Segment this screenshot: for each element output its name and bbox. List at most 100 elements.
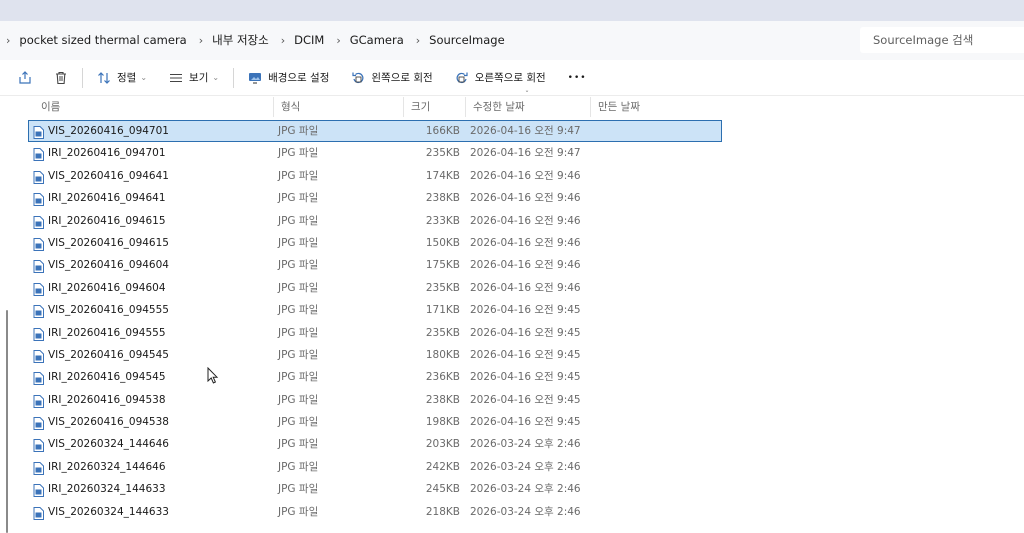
image-file-icon (33, 483, 45, 498)
image-file-icon (33, 416, 45, 431)
file-name: IRI_20260416_094555 (48, 326, 166, 339)
search-input[interactable]: SourceImage 검색 (860, 27, 1024, 53)
view-button[interactable]: 보기 ⌄ (163, 64, 225, 92)
view-icon (169, 71, 183, 85)
file-modified-date: 2026-03-24 오후 2:46 (470, 505, 581, 518)
column-header-created[interactable]: 만든 날짜 (590, 97, 722, 117)
breadcrumb-item-device[interactable]: pocket sized thermal camera (19, 33, 186, 47)
file-modified-date: 2026-03-24 오후 2:46 (470, 438, 581, 451)
file-type: JPG 파일 (278, 259, 319, 272)
image-file-icon (33, 349, 45, 363)
file-row[interactable]: VIS_20260416_094545 JPG 파일 180KB 2026-04-16… (28, 344, 722, 366)
delete-icon (54, 71, 68, 85)
file-modified-date: 2026-04-16 오전 9:45 (470, 416, 581, 429)
file-name: VIS_20260416_094538 (48, 416, 169, 429)
file-row[interactable]: IRI_20260416_094545 JPG 파일 236KB 2026-04-16… (28, 366, 722, 388)
share-button[interactable] (12, 64, 38, 92)
file-row[interactable]: VIS_20260416_094615 JPG 파일 150KB 2026-04-16… (28, 232, 722, 254)
file-type: JPG 파일 (278, 371, 319, 384)
file-row[interactable]: VIS_20260416_094538 JPG 파일 198KB 2026-04-16… (28, 411, 722, 433)
column-header-size[interactable]: 크기 (403, 97, 465, 117)
file-row[interactable]: VIS_20260416_094701 JPG 파일 166KB 2026-04-16… (28, 120, 722, 143)
file-row[interactable]: VIS_20260324_144633 JPG 파일 218KB 2026-03-24… (28, 501, 722, 523)
column-header-modified[interactable]: 수정한 날짜 (465, 97, 590, 117)
file-name: IRI_20260416_094545 (48, 371, 166, 384)
file-row[interactable]: IRI_20260416_094701 JPG 파일 235KB 2026-04-16… (28, 142, 722, 164)
more-options-button[interactable]: ••• (562, 64, 593, 92)
file-modified-date: 2026-04-16 오전 9:47 (470, 125, 581, 137)
breadcrumb-item-internal-storage[interactable]: 내부 저장소 (212, 32, 269, 48)
image-file-icon (33, 394, 45, 408)
scrollbar[interactable] (6, 310, 8, 533)
file-modified-date: 2026-04-16 오전 9:45 (470, 371, 581, 384)
file-modified-date: 2026-03-24 오후 2:46 (470, 460, 581, 473)
file-name: IRI_20260324_144633 (48, 483, 166, 496)
search-placeholder: SourceImage 검색 (873, 33, 974, 47)
file-type: JPG 파일 (278, 281, 319, 294)
window-title-bar (0, 0, 1024, 21)
file-modified-date: 2026-04-16 오전 9:46 (470, 169, 581, 182)
file-row[interactable]: IRI_20260416_094538 JPG 파일 238KB 2026-04-16… (28, 389, 722, 411)
file-modified-date: 2026-04-16 오전 9:46 (470, 214, 581, 227)
file-size: 171KB (425, 304, 460, 317)
file-type: JPG 파일 (278, 214, 319, 227)
set-as-background-button[interactable]: 배경으로 설정 (242, 64, 335, 92)
file-row[interactable]: VIS_20260416_094641 JPG 파일 174KB 2026-04-16… (28, 165, 722, 187)
file-row[interactable]: IRI_20260416_094615 JPG 파일 233KB 2026-04-16… (28, 210, 722, 232)
rotate-left-button[interactable]: 왼쪽으로 회전 (345, 64, 438, 92)
breadcrumb-chevron-icon[interactable]: › (336, 34, 340, 47)
toolbar-divider (233, 67, 235, 88)
file-name: VIS_20260416_094604 (48, 259, 169, 272)
breadcrumb-chevron-icon[interactable]: › (416, 34, 420, 47)
view-label: 보기 (189, 72, 209, 84)
rotate-right-label: 오른쪽으로 회전 (474, 72, 546, 84)
breadcrumb-chevron-icon[interactable]: › (281, 34, 285, 47)
file-modified-date: 2026-04-16 오전 9:45 (470, 393, 581, 406)
file-modified-date: 2026-04-16 오전 9:46 (470, 236, 581, 249)
column-header-name[interactable]: 이름 (28, 97, 273, 117)
more-icon: ••• (567, 72, 587, 83)
column-header-type[interactable]: 형식 (273, 97, 403, 117)
file-size: 233KB (425, 214, 460, 227)
file-size: 235KB (425, 147, 460, 160)
breadcrumb-item-dcim[interactable]: DCIM (294, 33, 324, 47)
file-size: 245KB (425, 483, 460, 496)
file-name: VIS_20260324_144633 (48, 505, 169, 518)
file-row[interactable]: IRI_20260324_144633 JPG 파일 245KB 2026-03-24… (28, 478, 722, 500)
desktop-background-icon (248, 71, 262, 85)
file-row[interactable]: VIS_20260416_094555 JPG 파일 171KB 2026-04-16… (28, 299, 722, 321)
mouse-cursor-icon (207, 366, 219, 387)
file-modified-date: 2026-04-16 오전 9:46 (470, 281, 581, 294)
file-row[interactable]: IRI_20260416_094555 JPG 파일 235KB 2026-04-16… (28, 322, 722, 344)
breadcrumb-item-sourceimage[interactable]: SourceImage (429, 33, 505, 47)
breadcrumb-item-gcamera[interactable]: GCamera (350, 33, 404, 47)
file-row[interactable]: IRI_20260324_144646 JPG 파일 242KB 2026-03-24… (28, 456, 722, 478)
file-size: 203KB (425, 438, 460, 451)
file-size: 238KB (425, 192, 460, 205)
rotate-right-button[interactable]: 오른쪽으로 회전 (449, 64, 552, 92)
chevron-down-icon: ⌄ (212, 73, 220, 82)
breadcrumb-chevron-icon[interactable]: › (6, 34, 10, 47)
file-type: JPG 파일 (278, 393, 319, 406)
sort-icon (97, 71, 111, 85)
rotate-right-icon (455, 71, 469, 85)
file-type: JPG 파일 (278, 460, 319, 473)
file-list: VIS_20260416_094701 JPG 파일 166KB 2026-04-16… (28, 120, 722, 523)
breadcrumb-chevron-icon[interactable]: › (199, 34, 203, 47)
file-type: JPG 파일 (278, 236, 319, 249)
share-icon (18, 70, 32, 85)
file-modified-date: 2026-04-16 오전 9:45 (470, 348, 581, 361)
file-row[interactable]: VIS_20260416_094604 JPG 파일 175KB 2026-04-16… (28, 254, 722, 276)
file-row[interactable]: IRI_20260416_094641 JPG 파일 238KB 2026-04-16… (28, 187, 722, 209)
file-size: 175KB (425, 259, 460, 272)
file-size: 180KB (425, 348, 460, 361)
sort-button[interactable]: 정렬 ⌄ (91, 64, 153, 92)
delete-button[interactable] (48, 64, 74, 92)
file-row[interactable]: IRI_20260416_094604 JPG 파일 235KB 2026-04-16… (28, 277, 722, 299)
file-name: IRI_20260416_094615 (48, 214, 166, 227)
file-name: VIS_20260416_094641 (48, 169, 169, 182)
file-row[interactable]: VIS_20260324_144646 JPG 파일 203KB 2026-03-24… (28, 433, 722, 455)
file-name: VIS_20260324_144646 (48, 438, 169, 451)
toolbar-divider (82, 67, 83, 88)
file-modified-date: 2026-03-24 오후 2:46 (470, 483, 581, 496)
